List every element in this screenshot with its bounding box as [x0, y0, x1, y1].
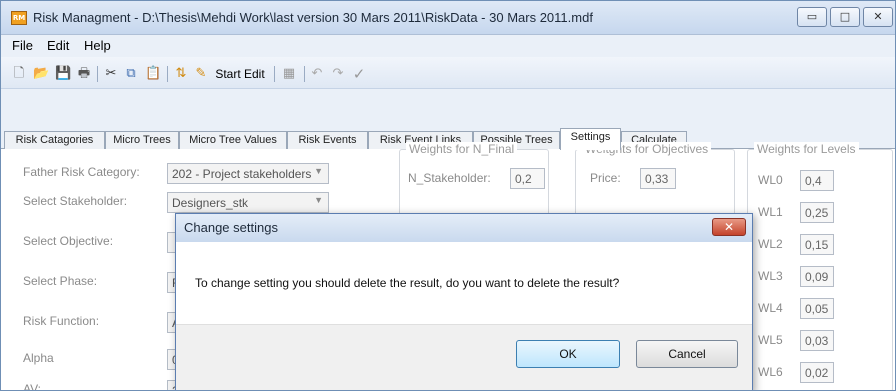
father-risk-category-value: 202 - Project stakeholders — [172, 167, 312, 181]
wl-label: WL6 — [758, 365, 783, 379]
paste-icon[interactable]: 📋 — [145, 65, 161, 83]
risk-function-label: Risk Function: — [23, 314, 100, 328]
tab-risk-events[interactable]: Risk Events — [287, 131, 368, 149]
maximize-button[interactable]: □ — [830, 7, 860, 27]
wl-input[interactable]: 0,4 — [800, 170, 834, 191]
toolbar-separator — [97, 66, 98, 82]
cancel-button[interactable]: Cancel — [636, 340, 738, 368]
pencil-icon[interactable]: ✎ — [194, 65, 208, 83]
wl-label: WL0 — [758, 173, 783, 187]
wl-label: WL5 — [758, 333, 783, 347]
new-icon[interactable]: 🗋 — [11, 65, 27, 83]
chevron-down-icon: ▼ — [314, 195, 323, 205]
save-icon[interactable]: 💾 — [55, 65, 71, 83]
tab-micro-tree-values[interactable]: Micro Tree Values — [179, 131, 287, 149]
wl-label: WL1 — [758, 205, 783, 219]
wl-input[interactable]: 0,15 — [800, 234, 834, 255]
father-risk-category-label: Father Risk Category: — [23, 165, 140, 179]
alpha-label: Alpha — [23, 351, 54, 365]
wl-input[interactable]: 0,09 — [800, 266, 834, 287]
toolbar-separator — [274, 66, 275, 82]
father-risk-category-select[interactable]: 202 - Project stakeholders ▼ — [167, 163, 329, 184]
price-input[interactable]: 0,33 — [640, 168, 676, 189]
n-stakeholder-input[interactable]: 0,2 — [510, 168, 545, 189]
stakeholder-value: Designers_stk — [172, 196, 249, 210]
tab-settings[interactable]: Settings — [560, 128, 621, 150]
menu-bar: File Edit Help — [1, 35, 895, 57]
copy-icon[interactable]: ⧉ — [123, 65, 139, 83]
wl-input[interactable]: 0,25 — [800, 202, 834, 223]
toolbar-separator — [167, 66, 168, 82]
wl-label: WL4 — [758, 301, 783, 315]
title-bar: RM Risk Managment - D:\Thesis\Mehdi Work… — [1, 1, 895, 35]
start-edit-button[interactable]: Start Edit — [211, 65, 269, 83]
wl-input[interactable]: 0,03 — [800, 330, 834, 351]
calculator-icon[interactable]: ▦ — [281, 65, 297, 83]
weights-levels-group: Weights for Levels WL0 0,4 WL1 0,25 WL2 … — [747, 142, 893, 390]
change-settings-dialog: Change settings ✕ To change setting you … — [175, 213, 753, 390]
toolbar-separator — [304, 66, 305, 82]
dialog-message: To change setting you should delete the … — [195, 276, 620, 290]
chevron-down-icon: ▼ — [314, 166, 323, 176]
check-icon[interactable]: ✓ — [351, 65, 367, 83]
cut-icon[interactable]: ✂ — [103, 65, 119, 83]
dialog-close-button[interactable]: ✕ — [712, 218, 746, 236]
dialog-title-bar: Change settings ✕ — [176, 214, 752, 242]
print-icon[interactable]: 🖶 — [76, 65, 92, 83]
dialog-title: Change settings — [184, 220, 278, 235]
tab-micro-trees[interactable]: Micro Trees — [105, 131, 179, 149]
stakeholder-select[interactable]: Designers_stk ▼ — [167, 192, 329, 213]
undo-icon[interactable]: ↶ — [309, 65, 325, 83]
select-objective-label: Select Objective: — [23, 234, 114, 248]
select-stakeholder-label: Select Stakeholder: — [23, 194, 128, 208]
tab-risk-catagories[interactable]: Risk Catagories — [4, 131, 105, 149]
wl-label: WL2 — [758, 237, 783, 251]
window-title: Risk Managment - D:\Thesis\Mehdi Work\la… — [33, 10, 593, 25]
dialog-button-bar: OK Cancel — [176, 324, 752, 390]
wl-label: WL3 — [758, 269, 783, 283]
close-button[interactable]: ✕ — [863, 7, 893, 27]
menu-file[interactable]: File — [12, 38, 33, 53]
wl-input[interactable]: 0,02 — [800, 362, 834, 383]
weights-n-final-title: Weights for N_Final — [406, 142, 518, 156]
av-label: AV: — [23, 382, 42, 391]
open-icon[interactable]: 📂 — [33, 65, 49, 83]
price-label: Price: — [590, 171, 621, 185]
refresh-icon[interactable]: ⇅ — [173, 65, 189, 83]
app-icon: RM — [11, 11, 27, 25]
toolbar: 🗋 📂 💾 🖶 ✂ ⧉ 📋 ⇅ ✎ Start Edit ▦ ↶ ↷ ✓ — [1, 57, 895, 89]
select-phase-label: Select Phase: — [23, 274, 98, 288]
main-window: RM Risk Managment - D:\Thesis\Mehdi Work… — [0, 0, 896, 391]
redo-icon[interactable]: ↷ — [330, 65, 346, 83]
ok-button[interactable]: OK — [516, 340, 620, 368]
weights-levels-title: Weights for Levels — [754, 142, 859, 156]
menu-help[interactable]: Help — [84, 38, 111, 53]
minimize-button[interactable]: ▭ — [797, 7, 827, 27]
wl-input[interactable]: 0,05 — [800, 298, 834, 319]
menu-edit[interactable]: Edit — [47, 38, 69, 53]
n-stakeholder-label: N_Stakeholder: — [408, 171, 491, 185]
